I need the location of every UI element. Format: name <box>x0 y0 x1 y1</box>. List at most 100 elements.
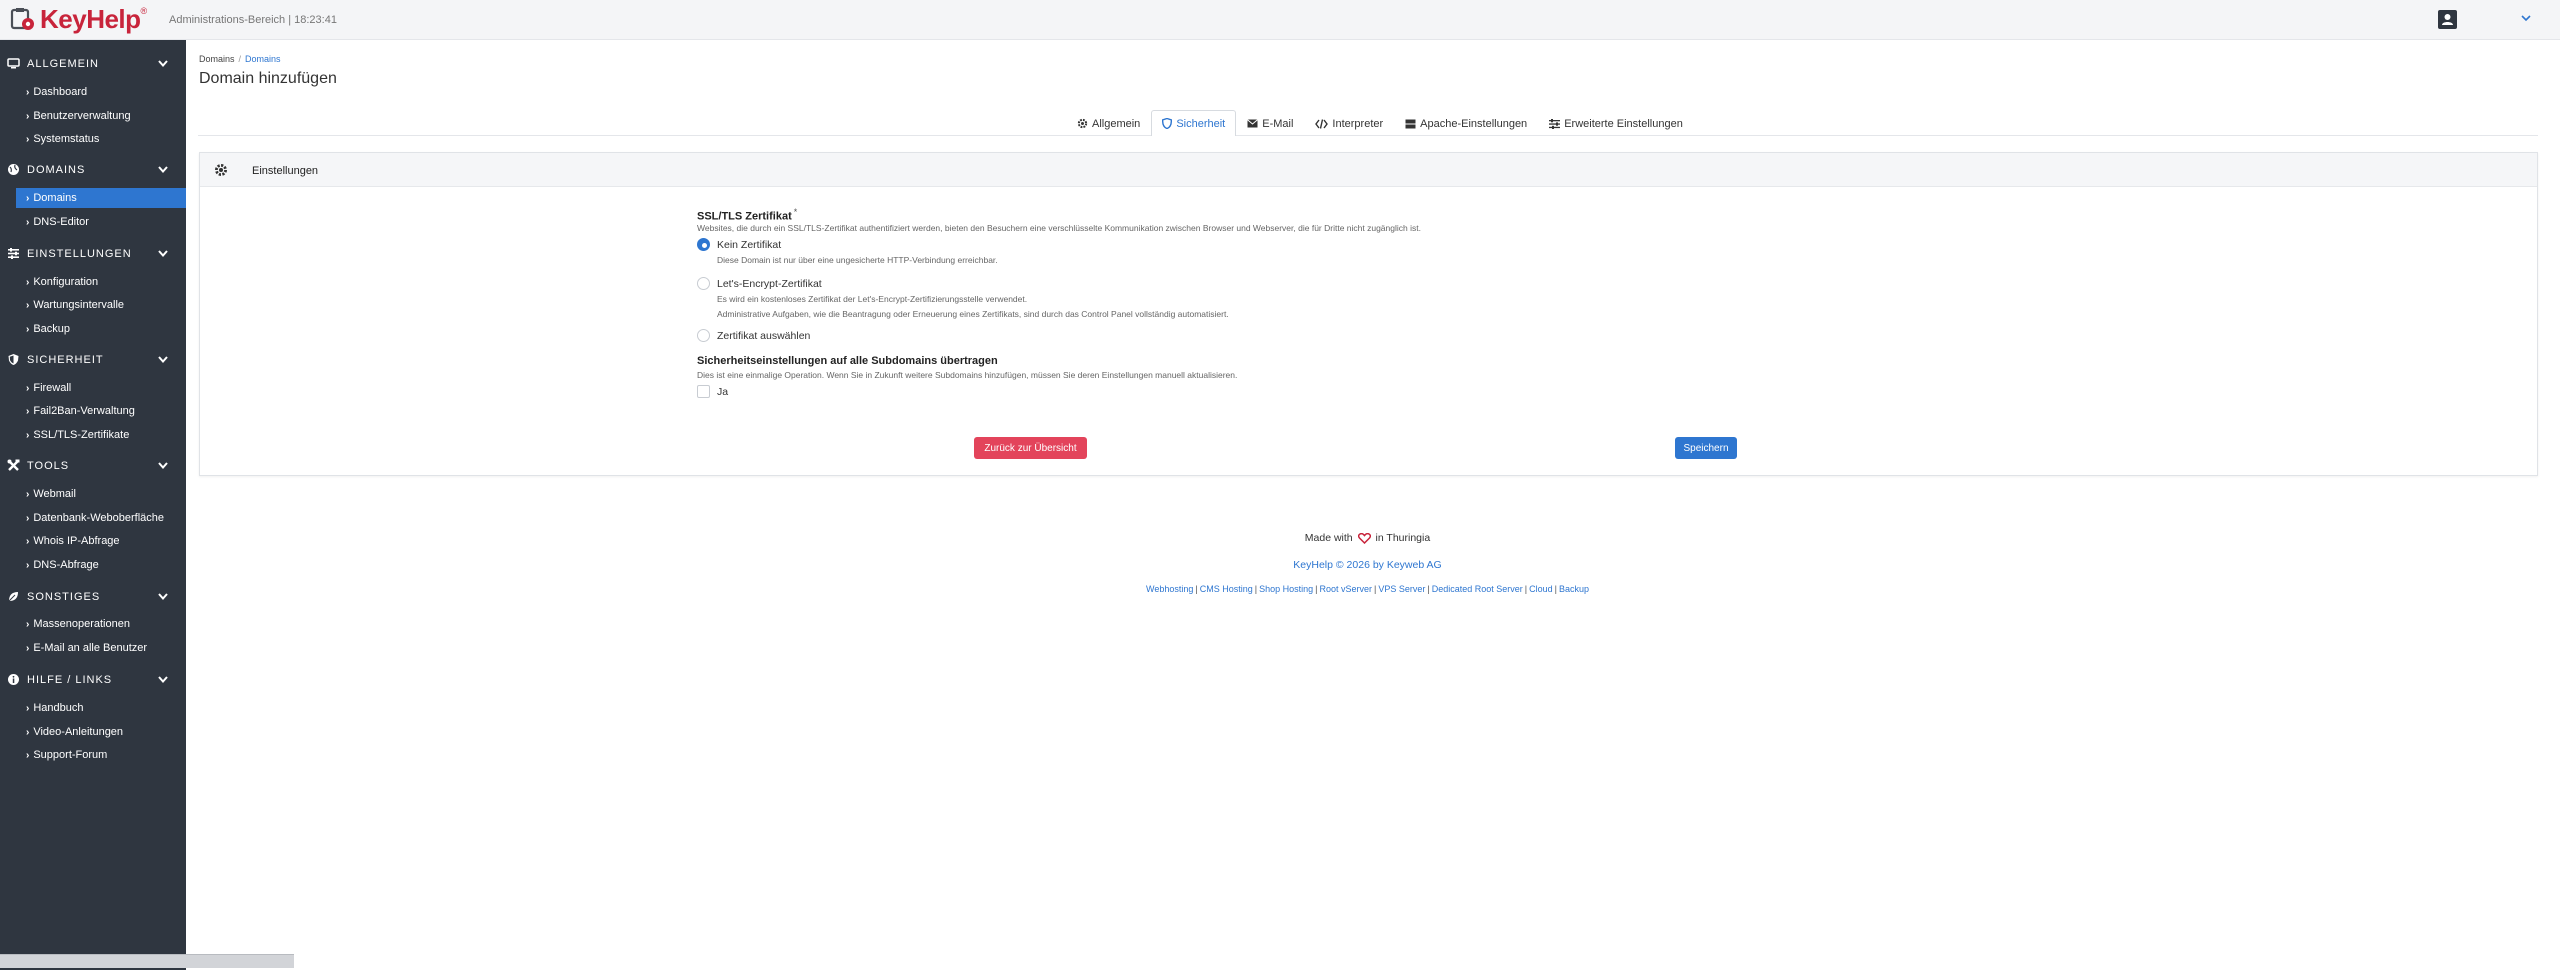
footer-link-root-vserver[interactable]: Root vServer <box>1319 584 1372 594</box>
sidebar-item-fail2ban[interactable]: › Fail2Ban-Verwaltung <box>16 401 186 421</box>
option-help-2: Administrative Aufgaben, wie die Beantra… <box>717 309 1229 319</box>
heart-icon <box>1357 532 1371 544</box>
sidebar-item-support-forum[interactable]: › Support-Forum <box>16 745 186 765</box>
footer-link-cloud[interactable]: Cloud <box>1529 584 1553 594</box>
sidebar-item-konfiguration[interactable]: › Konfiguration <box>16 272 186 292</box>
server-icon <box>1405 119 1416 128</box>
footer-link-vps[interactable]: VPS Server <box>1378 584 1425 594</box>
chevron-down-icon <box>158 676 168 684</box>
back-to-overview-button[interactable]: Zurück zur Übersicht <box>974 437 1087 459</box>
sidebar-item-massenoperationen[interactable]: › Massenoperationen <box>16 614 186 634</box>
sidebar-section-hilfe[interactable]: HILFE / LINKS <box>0 670 186 690</box>
breadcrumb-parent[interactable]: Domains <box>199 54 235 64</box>
ssl-help: Websites, die durch ein SSL/TLS-Zertifik… <box>697 223 1421 233</box>
tab-bar: Allgemein Sicherheit E-Mail Interpreter … <box>1066 110 1694 136</box>
gear-icon <box>215 164 227 176</box>
keyhelp-logo[interactable]: KeyHelp ® <box>10 6 147 32</box>
sidebar-item-systemstatus[interactable]: › Systemstatus <box>16 129 186 149</box>
radio-zertifikat-auswaehlen[interactable]: Zertifikat auswählen <box>697 329 810 342</box>
radio-kein-zertifikat[interactable]: Kein Zertifikat <box>697 238 781 251</box>
sidebar: ALLGEMEIN › Dashboard › Benutzerverwaltung… <box>0 40 186 970</box>
footer-made-with: Made with in Thuringia <box>1304 532 1431 544</box>
option-help: Diese Domain ist nur über eine ungesiche… <box>717 255 998 265</box>
sliders-icon <box>8 248 19 259</box>
radio-button[interactable] <box>697 238 710 251</box>
sidebar-item-benutzerverwaltung[interactable]: › Benutzerverwaltung <box>16 106 186 126</box>
sidebar-section-domains[interactable]: DOMAINS <box>0 160 186 180</box>
footer-links: Webhosting | CMS Hosting | Shop Hosting | Root… <box>1146 584 1589 594</box>
chevron-down-icon <box>158 166 168 174</box>
tab-apache[interactable]: Apache-Einstellungen <box>1394 110 1538 136</box>
card-title: Einstellungen <box>252 165 319 177</box>
gear-icon <box>1077 118 1088 129</box>
shield-icon <box>8 354 19 365</box>
subdomains-checkbox-row[interactable]: Ja <box>697 385 728 398</box>
sidebar-item-domains[interactable]: › Domains <box>16 188 186 208</box>
footer-copyright[interactable]: KeyHelp © 2026 by Keyweb AG <box>0 559 2560 571</box>
tab-interpreter[interactable]: Interpreter <box>1304 110 1394 136</box>
horizontal-scrollbar[interactable] <box>0 954 294 968</box>
sidebar-item-backup[interactable]: › Backup <box>16 319 186 339</box>
subdomains-label: Sicherheitseinstellungen auf alle Subdom… <box>697 355 998 367</box>
globe-icon <box>8 164 19 175</box>
sidebar-item-handbuch[interactable]: › Handbuch <box>16 698 186 718</box>
footer-link-dedicated[interactable]: Dedicated Root Server <box>1432 584 1523 594</box>
page-title: Domain hinzufügen <box>199 70 337 87</box>
sidebar-item-dns-editor[interactable]: › DNS-Editor <box>16 212 186 232</box>
card-header: Einstellungen <box>200 153 2537 187</box>
radio-lets-encrypt[interactable]: Let's-Encrypt-Zertifikat <box>697 277 822 290</box>
subdomains-checkbox[interactable] <box>697 385 710 398</box>
sidebar-item-dashboard[interactable]: › Dashboard <box>16 82 186 102</box>
save-button[interactable]: Speichern <box>1675 437 1737 459</box>
footer-link-cms[interactable]: CMS Hosting <box>1200 584 1253 594</box>
envelope-icon <box>1247 119 1259 128</box>
top-bar: KeyHelp ® Administrations-Bereich | 18:23… <box>0 0 2560 40</box>
sidebar-item-email-alle[interactable]: › E-Mail an alle Benutzer <box>16 638 186 658</box>
tab-sicherheit[interactable]: Sicherheit <box>1151 110 1237 136</box>
chevron-down-icon <box>158 356 168 364</box>
sidebar-section-einstellungen[interactable]: EINSTELLUNGEN <box>0 244 186 264</box>
sidebar-item-video[interactable]: › Video-Anleitungen <box>16 722 186 742</box>
settings-card: Einstellungen SSL/TLS Zertifikat * Websit… <box>199 152 2538 476</box>
sidebar-section-allgemein[interactable]: ALLGEMEIN <box>0 54 186 74</box>
radio-button[interactable] <box>697 329 710 342</box>
sidebar-item-ssl-tls[interactable]: › SSL/TLS-Zertifikate <box>16 425 186 445</box>
sidebar-item-webmail[interactable]: › Webmail <box>16 484 186 504</box>
sidebar-section-title: ALLGEMEIN <box>27 58 99 70</box>
footer-link-webhosting[interactable]: Webhosting <box>1146 584 1193 594</box>
tools-icon <box>7 459 20 471</box>
header-subtitle: Administrations-Bereich | 18:23:41 <box>169 14 337 26</box>
tab-allgemein[interactable]: Allgemein <box>1066 110 1151 136</box>
sidebar-item-wartungsintervalle[interactable]: › Wartungsintervalle <box>16 295 186 315</box>
logo-text: KeyHelp <box>40 4 141 34</box>
footer-link-shop[interactable]: Shop Hosting <box>1259 584 1313 594</box>
breadcrumb: Domains / Domains <box>199 54 281 64</box>
sidebar-item-firewall[interactable]: › Firewall <box>16 378 186 398</box>
user-icon <box>2442 14 2453 25</box>
sidebar-section-tools[interactable]: TOOLS <box>0 456 186 476</box>
ssl-label: SSL/TLS Zertifikat * <box>697 207 798 223</box>
subdomains-help: Dies ist eine einmalige Operation. Wenn … <box>697 370 1238 380</box>
code-icon <box>1315 118 1329 129</box>
chevron-down-icon <box>158 250 168 258</box>
sidebar-section-title: DOMAINS <box>27 164 86 176</box>
sliders-icon <box>1549 118 1561 129</box>
sidebar-item-datenbank[interactable]: › Datenbank-Weboberfläche <box>16 508 186 528</box>
user-menu-button[interactable] <box>2438 10 2457 29</box>
keyhelp-logo-icon <box>10 8 34 30</box>
sidebar-section-title: TOOLS <box>27 460 70 472</box>
sidebar-section-title: EINSTELLUNGEN <box>27 248 132 260</box>
sidebar-section-sicherheit[interactable]: SICHERHEIT <box>0 350 186 370</box>
shield-icon <box>1162 118 1173 129</box>
tab-erweitert[interactable]: Erweiterte Einstellungen <box>1538 110 1694 136</box>
breadcrumb-current[interactable]: Domains <box>245 54 281 64</box>
chevron-down-icon[interactable] <box>2520 12 2532 24</box>
tab-email[interactable]: E-Mail <box>1236 110 1304 136</box>
radio-button[interactable] <box>697 277 710 290</box>
chevron-down-icon <box>158 462 168 470</box>
option-help: Es wird ein kostenloses Zertifikat der L… <box>717 294 1028 304</box>
monitor-icon <box>7 58 20 69</box>
info-icon <box>8 674 19 685</box>
sidebar-section-title: HILFE / LINKS <box>27 674 113 686</box>
footer-link-backup[interactable]: Backup <box>1559 584 1589 594</box>
